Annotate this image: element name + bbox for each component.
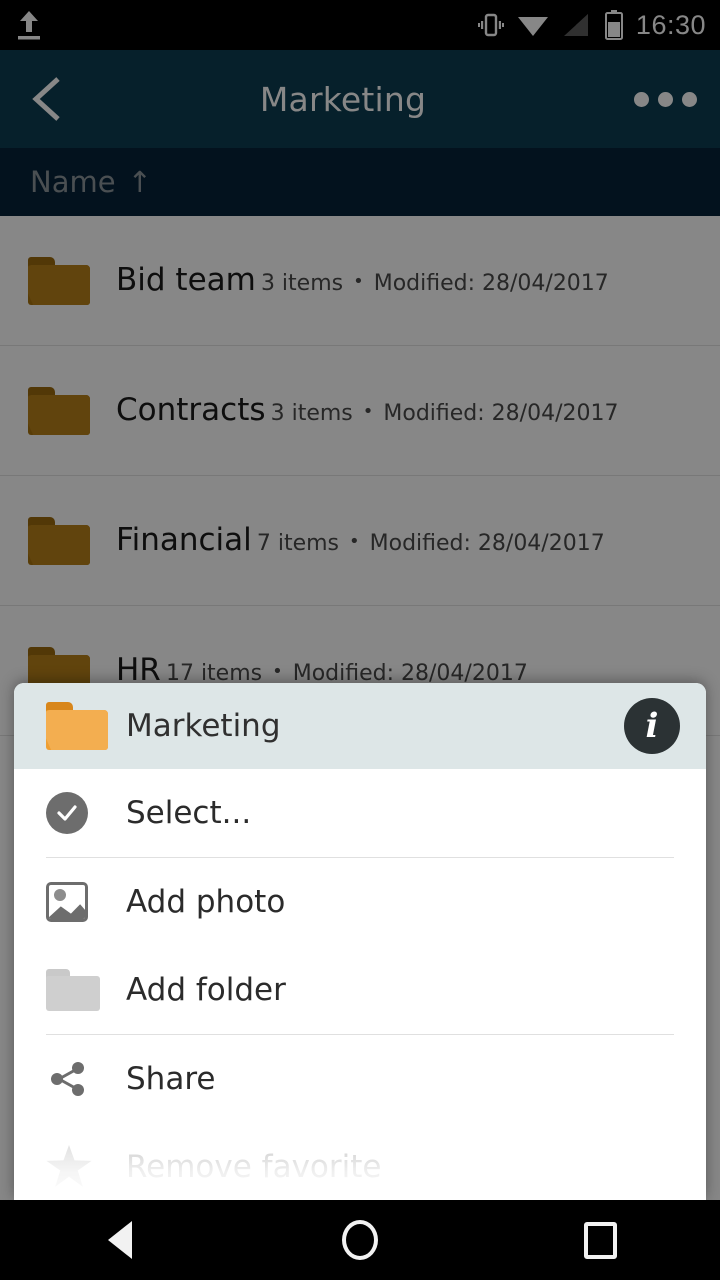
menu-item-add-photo[interactable]: Add photo	[14, 858, 706, 946]
sheet-title: Marketing	[126, 708, 281, 744]
back-triangle-icon	[108, 1221, 132, 1259]
menu-item-label: Add folder	[126, 972, 286, 1008]
sheet-header: Marketing i	[14, 683, 706, 769]
folder-outline-icon	[46, 969, 122, 1011]
android-nav-bar	[0, 1200, 720, 1280]
menu-item-select[interactable]: Select...	[14, 769, 706, 857]
menu-item-label: Share	[126, 1061, 216, 1097]
image-icon	[46, 882, 122, 922]
menu-item-label: Add photo	[126, 884, 286, 920]
nav-recents-button[interactable]	[540, 1200, 660, 1280]
nav-back-button[interactable]	[60, 1200, 180, 1280]
menu-item-label: Select...	[126, 795, 252, 831]
check-circle-icon	[46, 792, 122, 834]
menu-item-label: Remove favorite	[126, 1149, 382, 1185]
recents-square-icon	[583, 1221, 617, 1259]
nav-home-button[interactable]	[300, 1200, 420, 1280]
home-circle-icon	[342, 1220, 378, 1260]
menu-item-remove-favorite[interactable]: Remove favorite	[14, 1123, 706, 1200]
menu-item-share[interactable]: Share	[14, 1035, 706, 1123]
folder-icon	[46, 702, 122, 750]
check-glyph-icon	[57, 805, 77, 821]
share-nodes-icon	[51, 1062, 84, 1096]
context-menu-sheet: Marketing i Select... Add photo Add fold…	[14, 683, 706, 1200]
menu-item-add-folder[interactable]: Add folder	[14, 946, 706, 1034]
info-icon[interactable]: i	[624, 698, 680, 754]
star-icon	[46, 1145, 122, 1189]
share-icon	[46, 1057, 122, 1101]
